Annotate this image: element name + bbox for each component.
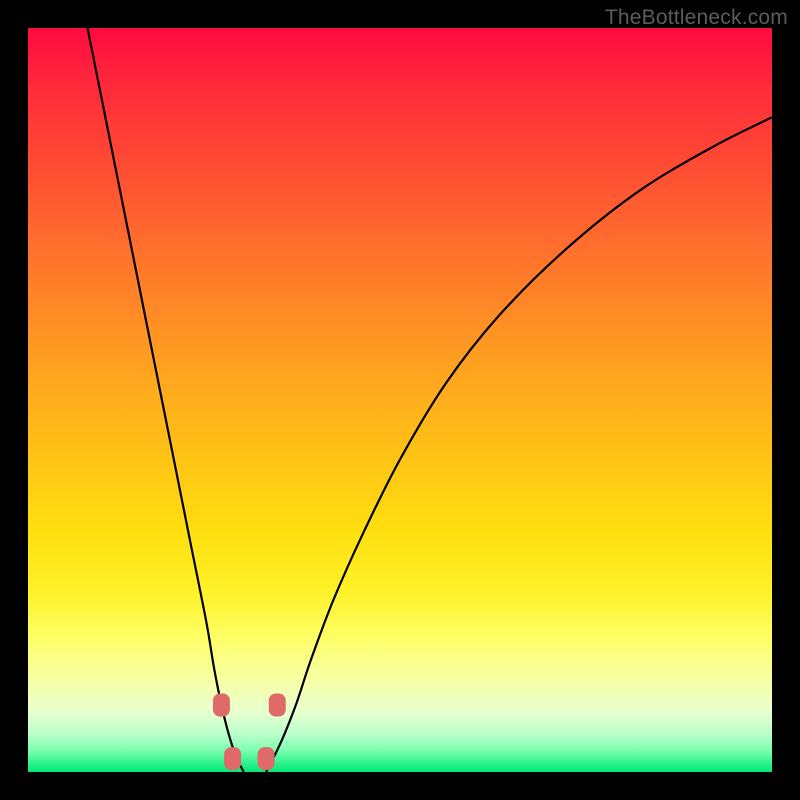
right-curve: [266, 117, 772, 772]
curve-markers: [213, 694, 286, 771]
curve-marker: [213, 694, 230, 717]
curve-marker: [269, 694, 286, 717]
plot-area: [28, 28, 772, 772]
chart-frame: TheBottleneck.com: [0, 0, 800, 800]
left-curve: [88, 28, 244, 772]
curve-marker: [224, 747, 241, 770]
curve-marker: [258, 747, 275, 770]
watermark-text: TheBottleneck.com: [605, 6, 788, 30]
chart-svg: [28, 28, 772, 772]
